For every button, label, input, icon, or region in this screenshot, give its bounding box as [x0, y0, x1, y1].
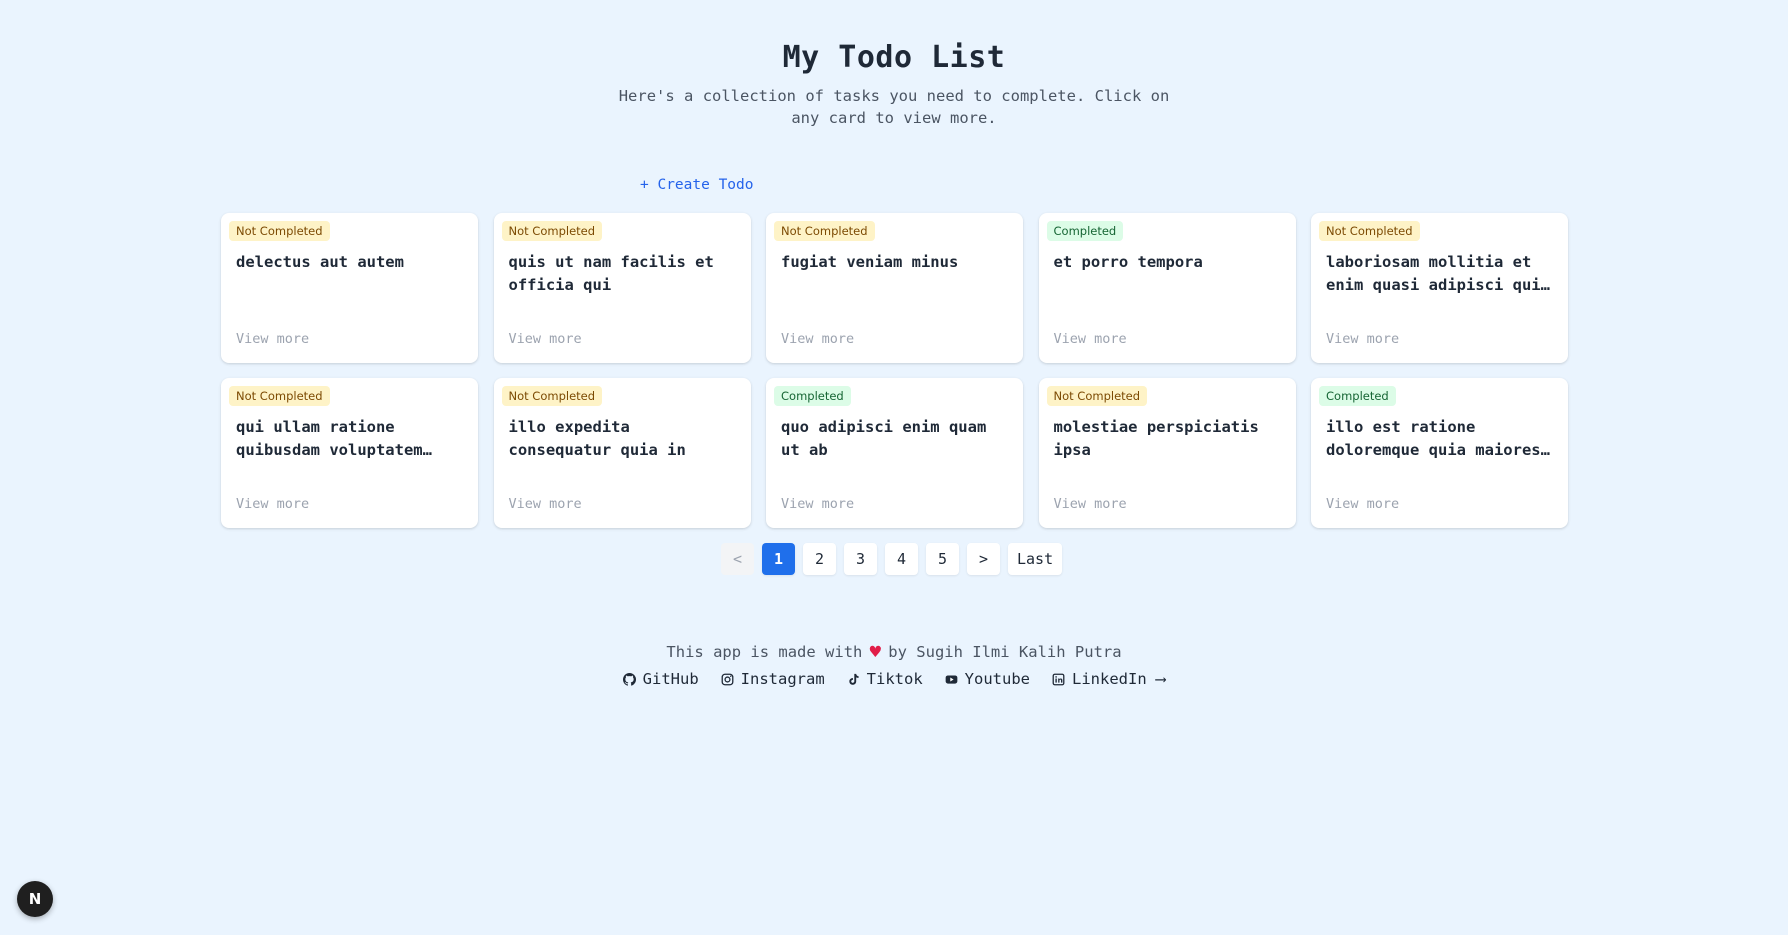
todo-card[interactable]: Not Completed quis ut nam facilis et off…	[493, 213, 751, 363]
heart-icon: ♥	[868, 643, 883, 661]
view-more-link[interactable]: View more	[509, 496, 582, 512]
last-page-button[interactable]: Last	[1008, 543, 1063, 575]
todo-title: delectus aut autem	[236, 253, 404, 271]
youtube-link[interactable]: Youtube	[945, 670, 1030, 688]
view-more-link[interactable]: View more	[1326, 331, 1399, 347]
instagram-label: Instagram	[740, 670, 825, 688]
youtube-icon	[945, 674, 958, 684]
header: My Todo List Here's a collection of task…	[0, 40, 1788, 129]
create-todo-link[interactable]: + Create Todo	[640, 177, 754, 193]
todo-title: laboriosam mollitia et enim quasi adipis…	[1326, 253, 1550, 294]
next-page-button[interactable]: >	[967, 543, 1000, 575]
todo-card[interactable]: Not Completed laboriosam mollitia et eni…	[1311, 213, 1568, 363]
status-badge: Completed	[774, 386, 851, 406]
tiktok-icon	[849, 673, 859, 685]
todo-grid: Not Completed delectus aut autem View mo…	[221, 213, 1568, 528]
pagination: < 1 2 3 4 5 > Last	[721, 543, 1063, 575]
github-label: GitHub	[642, 670, 699, 688]
todo-card[interactable]: Not Completed delectus aut autem View mo…	[221, 213, 478, 363]
view-more-link[interactable]: View more	[1326, 496, 1399, 512]
view-more-link[interactable]: View more	[1054, 496, 1127, 512]
instagram-icon	[721, 673, 734, 685]
todo-title: illo expedita consequatur quia in	[508, 418, 686, 459]
view-more-link[interactable]: View more	[236, 331, 309, 347]
page-button-4[interactable]: 4	[885, 543, 918, 575]
view-more-link[interactable]: View more	[781, 331, 854, 347]
linkedin-icon	[1052, 673, 1065, 685]
status-badge: Not Completed	[501, 386, 603, 406]
made-with-text: This app is made with ♥ by Sugih Ilmi Kali…	[0, 643, 1788, 661]
todo-title: et porro tempora	[1053, 253, 1203, 271]
todo-title: illo est ratione doloremque quia maiores…	[1326, 418, 1541, 459]
todo-title: fugiat veniam minus	[781, 253, 959, 271]
todo-card[interactable]: Not Completed molestiae perspiciatis ips…	[1038, 378, 1296, 528]
view-more-link[interactable]: View more	[1054, 331, 1127, 347]
page-button-1[interactable]: 1	[762, 543, 795, 575]
status-badge: Not Completed	[1319, 221, 1420, 241]
todo-title: quis ut nam facilis et officia qui	[508, 253, 714, 294]
status-badge: Not Completed	[229, 386, 330, 406]
status-badge: Not Completed	[501, 221, 603, 241]
todo-title: qui ullam ratione quibusdam voluptatem q…	[236, 418, 423, 459]
page: My Todo List Here's a collection of task…	[0, 0, 1788, 935]
todo-title: quo adipisci enim quam ut ab	[781, 418, 987, 459]
linkedin-label: LinkedIn ⟶	[1072, 670, 1166, 688]
tiktok-link[interactable]: Tiktok	[847, 670, 923, 688]
prev-page-button[interactable]: <	[721, 543, 754, 575]
made-with-prefix: This app is made with	[666, 643, 863, 661]
todo-title: molestiae perspiciatis ipsa	[1053, 418, 1259, 459]
github-link[interactable]: GitHub	[622, 670, 699, 688]
instagram-link[interactable]: Instagram	[721, 670, 825, 688]
youtube-label: Youtube	[964, 670, 1030, 688]
todo-card[interactable]: Completed et porro tempora View more	[1038, 213, 1296, 363]
page-title: My Todo List	[782, 40, 1006, 75]
github-icon	[622, 672, 636, 686]
page-subtitle: Here's a collection of tasks you need to…	[618, 87, 1170, 127]
status-badge: Completed	[1046, 221, 1124, 241]
status-badge: Not Completed	[229, 221, 330, 241]
status-badge: Completed	[1319, 386, 1396, 406]
view-more-link[interactable]: View more	[781, 496, 854, 512]
status-badge: Not Completed	[1046, 386, 1148, 406]
author-text: by Sugih Ilmi Kalih Putra	[888, 643, 1122, 661]
footer: This app is made with ♥ by Sugih Ilmi Kali…	[0, 643, 1788, 688]
todo-card[interactable]: Not Completed qui ullam ratione quibusda…	[221, 378, 478, 528]
page-button-5[interactable]: 5	[926, 543, 959, 575]
page-button-3[interactable]: 3	[844, 543, 877, 575]
todo-card[interactable]: Not Completed illo expedita consequatur …	[493, 378, 751, 528]
nextjs-dev-badge[interactable]: N	[17, 881, 53, 917]
view-more-link[interactable]: View more	[509, 331, 582, 347]
status-badge: Not Completed	[774, 221, 875, 241]
todo-card[interactable]: Completed illo est ratione doloremque qu…	[1311, 378, 1568, 528]
page-button-2[interactable]: 2	[803, 543, 836, 575]
todo-card[interactable]: Completed quo adipisci enim quam ut ab V…	[766, 378, 1023, 528]
view-more-link[interactable]: View more	[236, 496, 309, 512]
social-links: GitHub Instagram Tiktok Youtube LinkedIn…	[0, 670, 1788, 688]
todo-card[interactable]: Not Completed fugiat veniam minus View m…	[766, 213, 1023, 363]
linkedin-link[interactable]: LinkedIn ⟶	[1052, 670, 1165, 688]
tiktok-label: Tiktok	[866, 670, 923, 688]
